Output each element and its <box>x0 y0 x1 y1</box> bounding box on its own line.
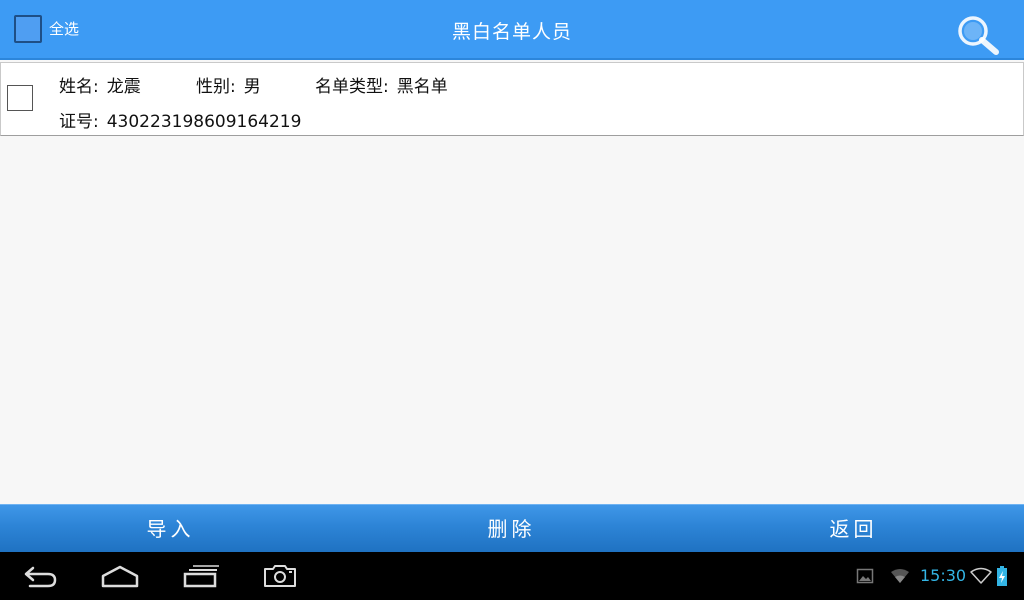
gender-label: 性别: <box>196 77 236 97</box>
screenshot-icon[interactable] <box>262 562 298 590</box>
id-number-field: 证号: 430223198609164219 <box>59 111 301 133</box>
back-button[interactable]: 返回 <box>683 505 1024 553</box>
gender-field: 性别: 男 <box>196 76 261 98</box>
page-title: 黑白名单人员 <box>451 21 572 43</box>
name-field: 姓名: 龙震 <box>59 76 141 98</box>
import-button[interactable]: 导入 <box>0 505 341 553</box>
search-button[interactable] <box>952 12 1004 56</box>
back-arrow-icon[interactable] <box>20 562 60 590</box>
signal-icon <box>891 569 909 583</box>
id-number-value: 430223198609164219 <box>106 112 302 132</box>
action-bar: 导入 删除 返回 <box>0 504 1024 552</box>
battery-charging-icon <box>997 566 1007 586</box>
id-number-label: 证号: <box>59 112 99 132</box>
name-label: 姓名: <box>59 77 99 97</box>
home-icon[interactable] <box>100 562 140 590</box>
delete-button[interactable]: 删除 <box>341 505 682 553</box>
wifi-icon <box>970 567 992 584</box>
list-type-label: 名单类型: <box>315 77 389 97</box>
list-type-field: 名单类型: 黑名单 <box>315 76 448 98</box>
name-value: 龙震 <box>106 77 141 97</box>
gender-value: 男 <box>243 77 261 97</box>
status-time: 15:30 <box>920 566 967 585</box>
list-type-value: 黑名单 <box>396 77 448 97</box>
list-item[interactable]: 姓名: 龙震 性别: 男 名单类型: 黑名单 证号: 43022319860916421… <box>0 62 1024 136</box>
top-bar: 全选 黑白名单人员 <box>0 0 1024 60</box>
search-icon <box>958 16 999 55</box>
item-checkbox[interactable] <box>7 85 33 111</box>
recent-apps-icon[interactable] <box>180 562 220 590</box>
screen: 全选 黑白名单人员 姓名: 龙震 性别: 男 名单类型: 黑名单 证号: 4302231… <box>0 0 1024 600</box>
gallery-notification-icon <box>856 568 874 584</box>
system-nav-bar: 15:30 <box>0 552 1024 600</box>
